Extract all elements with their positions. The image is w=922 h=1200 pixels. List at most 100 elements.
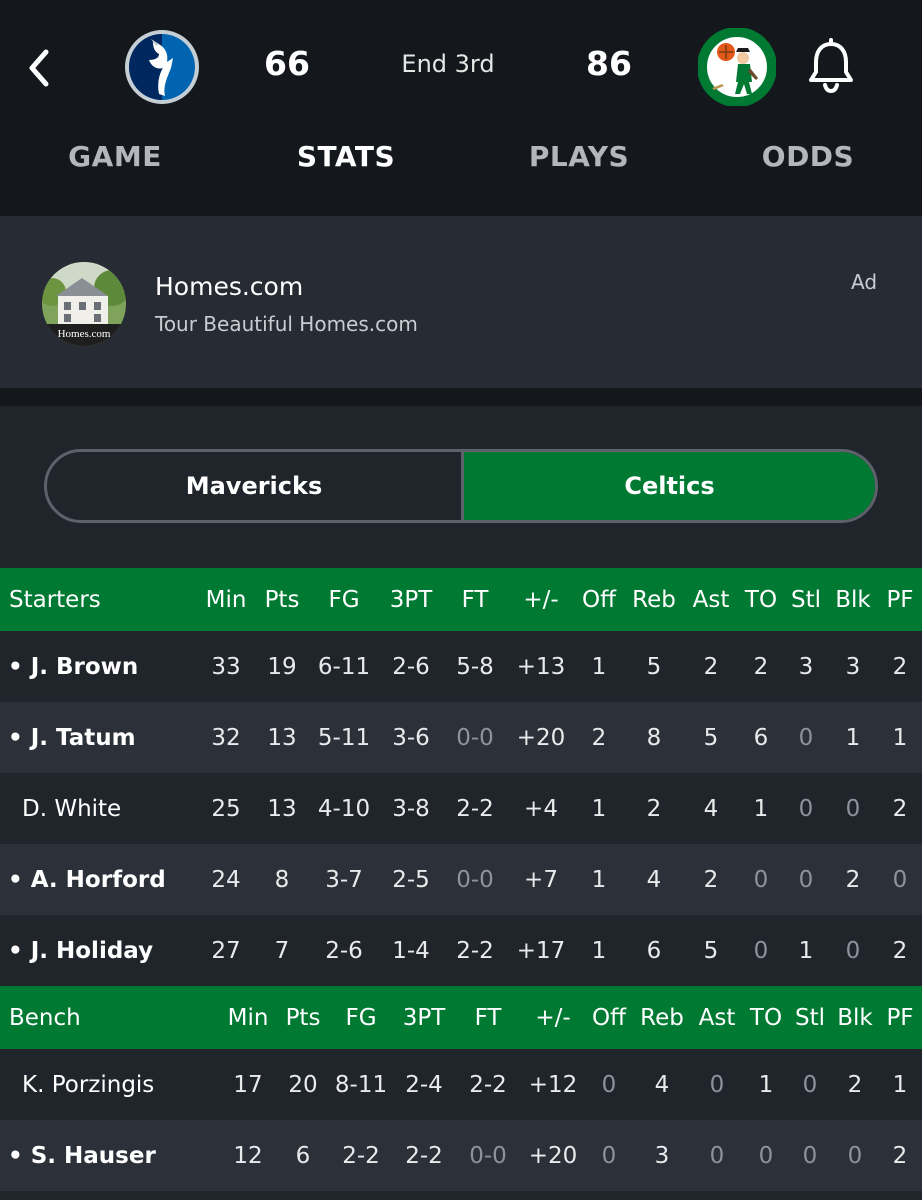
stat-pts-cell: 6 [295,1142,311,1169]
stat-pf-cell: 0 [892,866,908,893]
player-row[interactable]: • J. Brown 33 19 6-11 2-6 5-8 +13 1 5 2 2 3 3 2 [0,631,922,702]
stat--cell: +12 [528,1071,578,1098]
stat-3pt-cell: 3-8 [392,795,430,822]
stat-reb-cell: 2 [646,795,662,822]
column-header-pts[interactable]: Pts [252,568,312,631]
tab-odds[interactable]: ODDS [718,140,898,173]
column-header-fg[interactable]: FG [331,986,391,1049]
game-status: End 3rd [401,50,495,78]
stat-off-cell: 1 [591,653,607,680]
game-header: 66 End 3rd 86 GAME STATS PLAYS ODDS [0,0,922,216]
column-header-[interactable]: +/- [511,568,571,631]
bench-header: Bench Min Pts FG 3PT FT +/- Off Reb Ast TO Stl Blk PF [0,986,922,1049]
stat-pts-cell: 19 [267,653,297,680]
stat-fg-cell: 8-11 [334,1071,388,1098]
player-row[interactable]: D. White 25 13 4-10 3-8 2-2 +4 1 2 4 1 0 0 2 [0,773,922,844]
stat-3pt-cell: 2-4 [405,1071,443,1098]
stat-off-cell: 2 [591,724,607,751]
team-toggle-celtics[interactable]: Celtics [461,452,875,520]
stat-3pt-cell: 3-6 [392,724,430,751]
player-name[interactable]: K. Porzingis [8,1049,154,1120]
column-header-3pt[interactable]: 3PT [381,568,441,631]
column-header-off[interactable]: Off [579,986,639,1049]
tab-stats[interactable]: STATS [256,140,436,173]
bell-icon [809,38,853,94]
notifications-button[interactable] [805,38,857,94]
player-row[interactable]: K. Porzingis 17 20 8-11 2-4 2-2 +12 0 4 0 1 0 2 1 [0,1049,922,1120]
stat-reb-cell: 8 [646,724,662,751]
player-name[interactable]: D. White [8,773,121,844]
column-header-pts[interactable]: Pts [273,986,333,1049]
box-score-table: Starters Min Pts FG 3PT FT +/- Off Reb Ast TO Stl Bl… [0,568,922,1191]
column-header-ft[interactable]: FT [458,986,518,1049]
stat--cell: +17 [516,937,566,964]
stat-ft-cell: 0-0 [456,724,494,751]
bench-title: Bench [9,1004,81,1031]
celtics-logo-icon[interactable] [697,27,777,107]
starters-title: Starters [9,586,101,613]
team-toggle-mavericks[interactable]: Mavericks [47,452,461,520]
stat-reb-cell: 6 [646,937,662,964]
stat-off-cell: 0 [601,1142,617,1169]
player-row[interactable]: • J. Holiday 27 7 2-6 1-4 2-2 +17 1 6 5 0 1 0 2 [0,915,922,986]
stat-pts-cell: 13 [267,795,297,822]
stat-ft-cell: 0-0 [469,1142,507,1169]
stat-min-cell: 32 [211,724,241,751]
column-header-min[interactable]: Min [196,568,256,631]
column-header-ft[interactable]: FT [445,568,505,631]
ad-subtitle: Tour Beautiful Homes.com [155,312,418,336]
stat-reb-cell: 5 [646,653,662,680]
tab-plays[interactable]: PLAYS [489,140,669,173]
ad-thumb-text: Homes.com [58,328,111,340]
ad-title[interactable]: Homes.com [155,272,303,301]
stat-fg-cell: 6-11 [317,653,371,680]
stat-reb-cell: 4 [646,866,662,893]
mavericks-logo-icon[interactable] [123,28,201,106]
ad-banner[interactable]: Homes.com Homes.com Tour Beautiful Homes… [0,216,922,388]
away-score: 66 [264,44,310,83]
stat-ft-cell: 2-2 [456,795,494,822]
column-header-fg[interactable]: FG [314,568,374,631]
stat-ft-cell: 0-0 [456,866,494,893]
stat-min-cell: 33 [211,653,241,680]
stat-reb-cell: 3 [654,1142,670,1169]
stat-3pt-cell: 2-2 [405,1142,443,1169]
game-tabs: GAME STATS PLAYS ODDS [0,140,922,196]
column-header-[interactable]: +/- [523,986,583,1049]
column-header-pf[interactable]: PF [870,568,922,631]
stat-reb-cell: 4 [654,1071,670,1098]
stat-pf-cell: 1 [892,724,908,751]
player-name[interactable]: • S. Hauser [8,1120,156,1191]
tab-game[interactable]: GAME [25,140,205,173]
stat-pf-cell: 2 [892,1142,908,1169]
stat-min-cell: 24 [211,866,241,893]
stat--cell: +7 [524,866,558,893]
column-header-pf[interactable]: PF [870,986,922,1049]
stat-pf-cell: 2 [892,795,908,822]
back-button[interactable] [22,44,56,92]
stat-fg-cell: 4-10 [317,795,371,822]
stat-pts-cell: 20 [288,1071,318,1098]
stat-fg-cell: 2-6 [325,937,363,964]
column-header-reb[interactable]: Reb [632,986,692,1049]
column-header-3pt[interactable]: 3PT [394,986,454,1049]
player-name[interactable]: • A. Horford [8,844,166,915]
column-header-reb[interactable]: Reb [624,568,684,631]
stat-fg-cell: 5-11 [317,724,371,751]
ad-label: Ad [851,270,878,294]
player-name[interactable]: • J. Holiday [8,915,153,986]
player-name[interactable]: • J. Brown [8,631,138,702]
stat-min-cell: 27 [211,937,241,964]
player-row[interactable]: • S. Hauser 12 6 2-2 2-2 0-0 +20 0 3 0 0 0 0 2 [0,1120,922,1191]
team-toggle: Mavericks Celtics [44,449,878,523]
stat-off-cell: 0 [601,1071,617,1098]
player-row[interactable]: • J. Tatum 32 13 5-11 3-6 0-0 +20 2 8 5 6 0 1 1 [0,702,922,773]
stat-min-cell: 12 [233,1142,263,1169]
player-name[interactable]: • J. Tatum [8,702,136,773]
column-header-min[interactable]: Min [218,986,278,1049]
stat-off-cell: 1 [591,866,607,893]
stat-ft-cell: 2-2 [456,937,494,964]
stat-fg-cell: 2-2 [342,1142,380,1169]
column-header-off[interactable]: Off [569,568,629,631]
player-row[interactable]: • A. Horford 24 8 3-7 2-5 0-0 +7 1 4 2 0 0 2 0 [0,844,922,915]
